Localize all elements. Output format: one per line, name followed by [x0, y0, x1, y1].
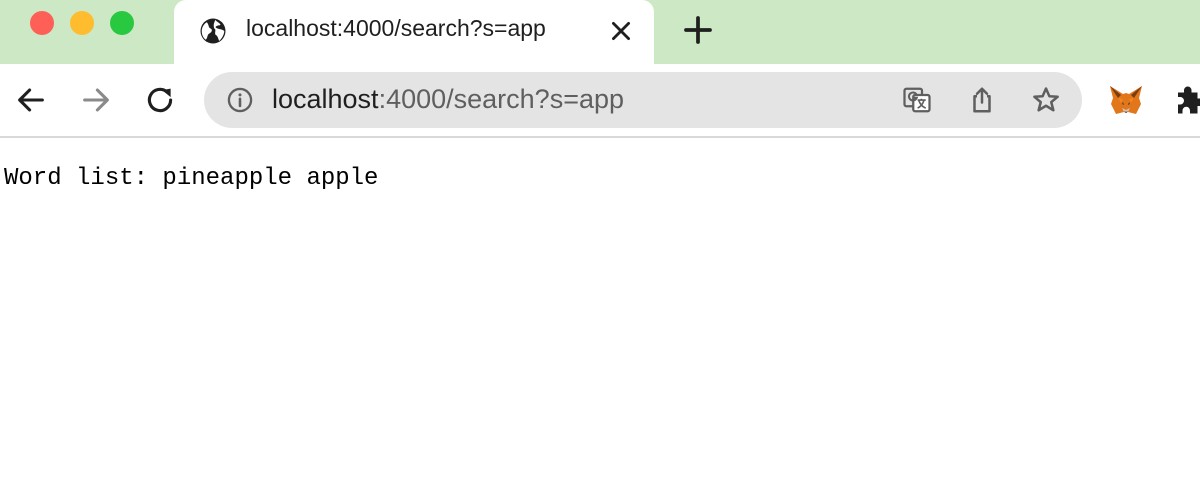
browser-window: localhost:4000/search?s=app localhost:40…	[0, 0, 1200, 496]
address-bar[interactable]: localhost:4000/search?s=app	[204, 72, 1082, 128]
url-path: :4000/search?s=app	[378, 84, 625, 114]
url-host: localhost	[272, 84, 379, 114]
word-list-text: Word list: pineapple apple	[4, 165, 379, 192]
zoom-window-button[interactable]	[110, 11, 134, 35]
new-tab-plus-icon[interactable]	[682, 14, 714, 46]
browser-toolbar: localhost:4000/search?s=app	[0, 64, 1200, 138]
back-arrow-icon[interactable]	[14, 83, 48, 117]
tab-title: localhost:4000/search?s=app	[246, 15, 546, 41]
metamask-fox-icon[interactable]	[1108, 82, 1144, 118]
close-tab-icon[interactable]	[608, 18, 634, 44]
forward-arrow-icon[interactable]	[79, 83, 113, 117]
minimize-window-button[interactable]	[70, 11, 94, 35]
url-text[interactable]: localhost:4000/search?s=app	[272, 84, 624, 115]
extensions-puzzle-icon[interactable]	[1172, 82, 1200, 118]
share-icon[interactable]	[967, 85, 997, 115]
translate-icon[interactable]	[902, 85, 932, 115]
globe-icon	[200, 18, 226, 44]
page-content: Word list: pineapple apple	[0, 138, 1200, 496]
bookmark-star-icon[interactable]	[1031, 85, 1061, 115]
tab-strip: localhost:4000/search?s=app	[0, 0, 1200, 64]
info-icon[interactable]	[226, 86, 254, 114]
close-window-button[interactable]	[30, 11, 54, 35]
active-tab[interactable]: localhost:4000/search?s=app	[174, 0, 654, 64]
reload-icon[interactable]	[143, 83, 177, 117]
